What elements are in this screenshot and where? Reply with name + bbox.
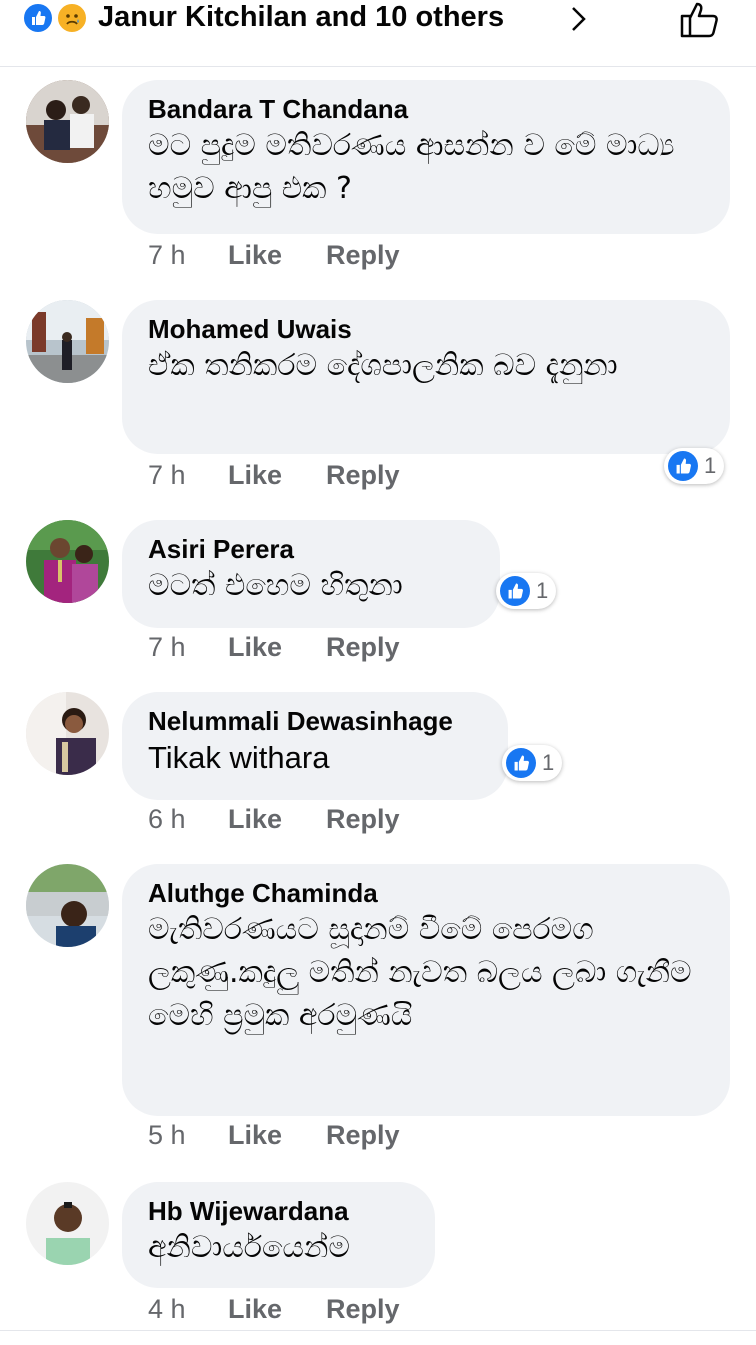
reply-button[interactable]: Reply [326, 632, 400, 663]
like-icon [500, 576, 530, 606]
comment-reaction-badge[interactable]: 1 [496, 573, 557, 609]
reactions-summary-link[interactable]: Janur Kitchilan and 10 others [98, 0, 504, 34]
comment-author[interactable]: Bandara T Chandana [148, 94, 704, 124]
comment-actions: 7 h Like Reply [148, 460, 400, 491]
comment-actions: 4 h Like Reply [148, 1294, 400, 1325]
comment-reaction-badge[interactable]: 1 [664, 448, 725, 484]
comment-bubble: Nelummali Dewasinhage Tikak withara [122, 692, 508, 800]
avatar[interactable] [26, 520, 109, 603]
reaction-icons[interactable] [22, 2, 94, 34]
comment-time[interactable]: 7 h [148, 632, 228, 663]
avatar[interactable] [26, 692, 109, 775]
like-button[interactable]: Like [228, 1120, 326, 1151]
comment-text: මටත් එහෙම හිතුනා [148, 568, 403, 603]
sad-icon [56, 2, 88, 34]
like-button[interactable]: Like [228, 240, 326, 271]
reaction-count: 1 [704, 453, 717, 478]
comment-time[interactable]: 6 h [148, 804, 228, 835]
comment-bubble: Bandara T Chandana මට පුදුම මතිවරණය ආසන්… [122, 80, 730, 234]
avatar[interactable] [26, 864, 109, 947]
comment-time[interactable]: 4 h [148, 1294, 228, 1325]
comment-bubble: Asiri Perera මටත් එහෙම හිතුනා [122, 520, 500, 628]
reply-button[interactable]: Reply [326, 1120, 400, 1151]
like-post-button[interactable] [678, 0, 724, 40]
comment-bubble: Mohamed Uwais ඒක තනිකරම දේශපාලනික බව දැන… [122, 300, 730, 454]
like-icon [506, 748, 536, 778]
reply-button[interactable]: Reply [326, 804, 400, 835]
like-icon [22, 2, 54, 34]
avatar[interactable] [26, 80, 109, 163]
comment-text: මට පුදුම මතිවරණය ආසන්න ව මේ මාධ්‍ය හමුව … [148, 128, 675, 206]
reply-button[interactable]: Reply [326, 460, 400, 491]
reply-button[interactable]: Reply [326, 240, 400, 271]
comment-actions: 6 h Like Reply [148, 804, 400, 835]
comment-author[interactable]: Aluthge Chaminda [148, 878, 704, 908]
comment-reaction-badge[interactable]: 1 [502, 745, 563, 781]
comment-text: Tikak withara [148, 740, 330, 775]
comment-bubble: Aluthge Chaminda මැතිවරණයට සූදානම් වීමේ … [122, 864, 730, 1116]
comment-text: අනිවාර්යයෙන්ම [148, 1230, 350, 1265]
comment-author[interactable]: Hb Wijewardana [148, 1196, 409, 1226]
like-button[interactable]: Like [228, 632, 326, 663]
comment-time[interactable]: 7 h [148, 240, 228, 271]
comment-author[interactable]: Mohamed Uwais [148, 314, 704, 344]
avatar[interactable] [26, 300, 109, 383]
reaction-count: 1 [536, 578, 549, 603]
divider [0, 1330, 756, 1331]
like-button[interactable]: Like [228, 1294, 326, 1325]
like-button[interactable]: Like [228, 460, 326, 491]
reaction-count: 1 [542, 750, 555, 775]
reactions-header: Janur Kitchilan and 10 others [0, 0, 756, 67]
like-button[interactable]: Like [228, 804, 326, 835]
comment-actions: 7 h Like Reply [148, 240, 400, 271]
comment-author[interactable]: Asiri Perera [148, 534, 474, 564]
avatar[interactable] [26, 1182, 109, 1265]
comment-text: මැතිවරණයට සූදානම් වීමේ පෙරමග ලකුණු.කදුලු… [148, 912, 692, 1033]
comment-text: ඒක තනිකරම දේශපාලනික බව දැනුනා [148, 348, 618, 383]
comment-actions: 7 h Like Reply [148, 632, 400, 663]
like-icon [668, 451, 698, 481]
comment-author[interactable]: Nelummali Dewasinhage [148, 706, 482, 736]
comment-time[interactable]: 7 h [148, 460, 228, 491]
comment-actions: 5 h Like Reply [148, 1120, 400, 1151]
reply-button[interactable]: Reply [326, 1294, 400, 1325]
comment-bubble: Hb Wijewardana අනිවාර්යයෙන්ම [122, 1182, 435, 1288]
chevron-right-icon[interactable] [568, 6, 590, 32]
comment-time[interactable]: 5 h [148, 1120, 228, 1151]
